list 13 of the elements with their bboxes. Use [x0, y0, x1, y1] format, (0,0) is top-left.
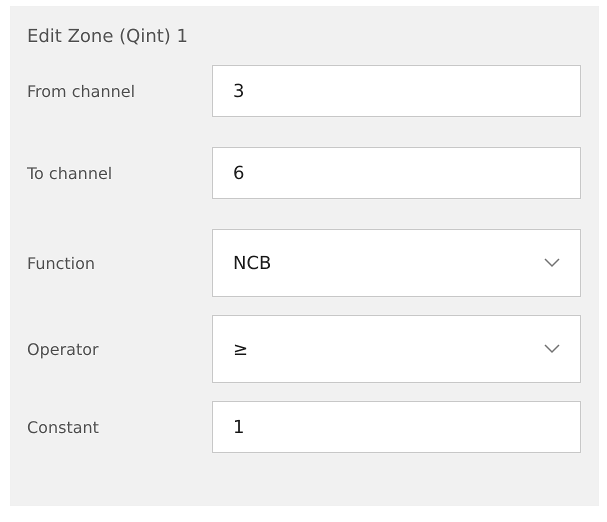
field-label: Operator	[27, 340, 100, 358]
input-field[interactable]: 6	[212, 147, 581, 199]
field-label: To channel	[27, 164, 114, 182]
field-label: Function	[27, 254, 96, 272]
input-field[interactable]: 1	[212, 401, 581, 453]
chevron-down-icon	[544, 344, 560, 354]
input-field[interactable]: 3	[212, 65, 581, 117]
field-label: Constant	[27, 418, 100, 436]
panel-title: Edit Zone (Qint) 1	[27, 26, 189, 47]
field-label: From channel	[27, 82, 136, 100]
dropdown[interactable]: ≥	[212, 315, 581, 383]
dropdown[interactable]: NCB	[212, 229, 581, 297]
chevron-down-icon	[544, 258, 560, 268]
